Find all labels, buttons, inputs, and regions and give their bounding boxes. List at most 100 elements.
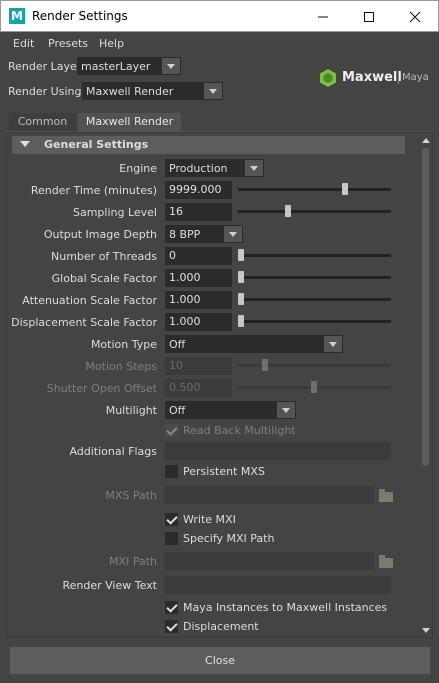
- maxwell-logo: Maxwell Maya: [318, 68, 429, 88]
- scroll-up-arrow-icon[interactable]: [421, 136, 430, 144]
- maya-instances-checkbox[interactable]: [165, 601, 178, 614]
- additional-flags-field[interactable]: [165, 442, 391, 460]
- menu-bar: Edit Presets Help: [0, 33, 439, 55]
- general-settings-header[interactable]: General Settings: [12, 136, 405, 154]
- title-bar: M Render Settings: [0, 0, 439, 32]
- motion-steps-slider: [238, 359, 391, 371]
- sampling-level-field[interactable]: 16: [165, 203, 232, 221]
- close-button[interactable]: Close: [10, 647, 430, 674]
- scroll-down-arrow-icon[interactable]: [421, 626, 430, 634]
- shutter-offset-slider: [238, 381, 391, 393]
- logo-divider: [398, 72, 399, 84]
- render-using-dropdown[interactable]: Maxwell Render: [82, 82, 223, 100]
- multilight-label: Multilight: [105, 404, 157, 417]
- minimize-button[interactable]: [300, 1, 346, 32]
- close-window-button[interactable]: [392, 1, 438, 32]
- attenuation-scale-field[interactable]: 1.000: [165, 291, 232, 309]
- chevron-down-icon: [162, 58, 180, 74]
- window-title: Render Settings: [32, 9, 128, 23]
- logo-product: Maya: [402, 72, 429, 83]
- render-layer-label: Render Layer: [8, 60, 82, 73]
- threads-label: Number of Threads: [51, 250, 157, 263]
- folder-icon[interactable]: [379, 555, 393, 568]
- write-mxi-checkbox[interactable]: [165, 513, 178, 526]
- render-view-text-field[interactable]: [165, 576, 391, 594]
- attenuation-scale-slider[interactable]: [238, 293, 391, 305]
- motion-type-value: Off: [169, 338, 186, 351]
- folder-icon[interactable]: [379, 489, 393, 502]
- attenuation-scale-label: Attenuation Scale Factor: [22, 294, 157, 307]
- specify-mxi-path-label: Specify MXI Path: [183, 532, 275, 545]
- maya-instances-label: Maya Instances to Maxwell Instances: [183, 601, 388, 614]
- mxs-path-field: [165, 486, 374, 504]
- displacement-label: Displacement: [183, 620, 259, 633]
- engine-label: Engine: [119, 162, 157, 175]
- displacement-scale-label: Displacement Scale Factor: [11, 316, 157, 329]
- displacement-scale-slider-handle[interactable]: [238, 315, 244, 327]
- vertical-scrollbar[interactable]: [420, 136, 431, 636]
- tab-common[interactable]: Common: [9, 113, 76, 131]
- chevron-down-icon: [224, 226, 242, 242]
- render-view-text-label: Render View Text: [62, 579, 157, 592]
- engine-dropdown[interactable]: Production: [165, 159, 264, 177]
- mxi-path-field: [165, 552, 374, 570]
- mxi-path-label: MXI Path: [109, 555, 157, 568]
- tab-maxwell-render[interactable]: Maxwell Render: [78, 113, 181, 131]
- maximize-icon: [364, 11, 374, 22]
- global-scale-field[interactable]: 1.000: [165, 269, 232, 287]
- shutter-offset-label: Shutter Open Offset: [46, 382, 157, 395]
- shutter-offset-field: 0.500: [165, 379, 232, 397]
- render-using-value: Maxwell Render: [86, 85, 174, 98]
- chevron-down-icon: [324, 336, 342, 352]
- output-depth-dropdown[interactable]: 8 BPP: [165, 225, 243, 243]
- attenuation-scale-slider-handle[interactable]: [238, 293, 244, 305]
- sampling-level-slider[interactable]: [238, 205, 391, 217]
- multilight-value: Off: [169, 404, 186, 417]
- read-back-multilight-label: Read Back Multilight: [183, 424, 296, 437]
- chevron-down-icon: [245, 160, 263, 176]
- maya-app-icon: M: [9, 8, 25, 24]
- render-time-label: Render Time (minutes): [30, 184, 157, 197]
- threads-slider[interactable]: [238, 249, 391, 261]
- specify-mxi-path-checkbox[interactable]: [165, 532, 178, 545]
- persistent-mxs-checkbox[interactable]: [165, 465, 178, 478]
- maxwell-logo-icon: [320, 69, 336, 87]
- shutter-offset-slider-handle: [311, 381, 317, 393]
- sampling-level-slider-handle[interactable]: [285, 205, 291, 217]
- sampling-level-label: Sampling Level: [72, 206, 157, 219]
- render-layer-dropdown[interactable]: masterLayer: [77, 57, 181, 75]
- threads-field[interactable]: 0: [165, 247, 232, 265]
- minimize-icon: [318, 16, 328, 17]
- motion-steps-slider-handle: [262, 359, 268, 371]
- output-depth-label: Output Image Depth: [43, 228, 157, 241]
- write-mxi-label: Write MXI: [183, 513, 236, 526]
- maximize-button[interactable]: [346, 1, 392, 32]
- global-scale-label: Global Scale Factor: [51, 272, 157, 285]
- output-depth-value: 8 BPP: [169, 228, 201, 241]
- read-back-multilight-checkbox: [165, 424, 178, 437]
- section-title: General Settings: [44, 138, 149, 151]
- chevron-down-icon: [204, 83, 222, 99]
- additional-flags-label: Additional Flags: [69, 445, 157, 458]
- render-time-slider-handle[interactable]: [342, 183, 348, 195]
- render-using-label: Render Using: [8, 85, 82, 98]
- menu-presets[interactable]: Presets: [48, 37, 88, 50]
- close-icon: [409, 11, 421, 22]
- displacement-scale-slider[interactable]: [238, 315, 391, 327]
- global-scale-slider[interactable]: [238, 271, 391, 283]
- global-scale-slider-handle[interactable]: [238, 271, 244, 283]
- threads-slider-handle[interactable]: [238, 249, 244, 261]
- menu-edit[interactable]: Edit: [13, 37, 34, 50]
- displacement-scale-field[interactable]: 1.000: [165, 313, 232, 331]
- multilight-dropdown[interactable]: Off: [165, 401, 296, 419]
- collapse-triangle-icon: [20, 141, 30, 147]
- displacement-checkbox[interactable]: [165, 620, 178, 633]
- render-time-slider[interactable]: [238, 183, 391, 195]
- motion-steps-label: Motion Steps: [85, 360, 157, 373]
- mxs-path-label: MXS Path: [105, 489, 157, 502]
- engine-value: Production: [169, 162, 228, 175]
- scrollbar-thumb[interactable]: [422, 148, 429, 466]
- motion-type-dropdown[interactable]: Off: [165, 335, 343, 353]
- render-time-field[interactable]: 9999.000: [165, 181, 232, 199]
- menu-help[interactable]: Help: [99, 37, 124, 50]
